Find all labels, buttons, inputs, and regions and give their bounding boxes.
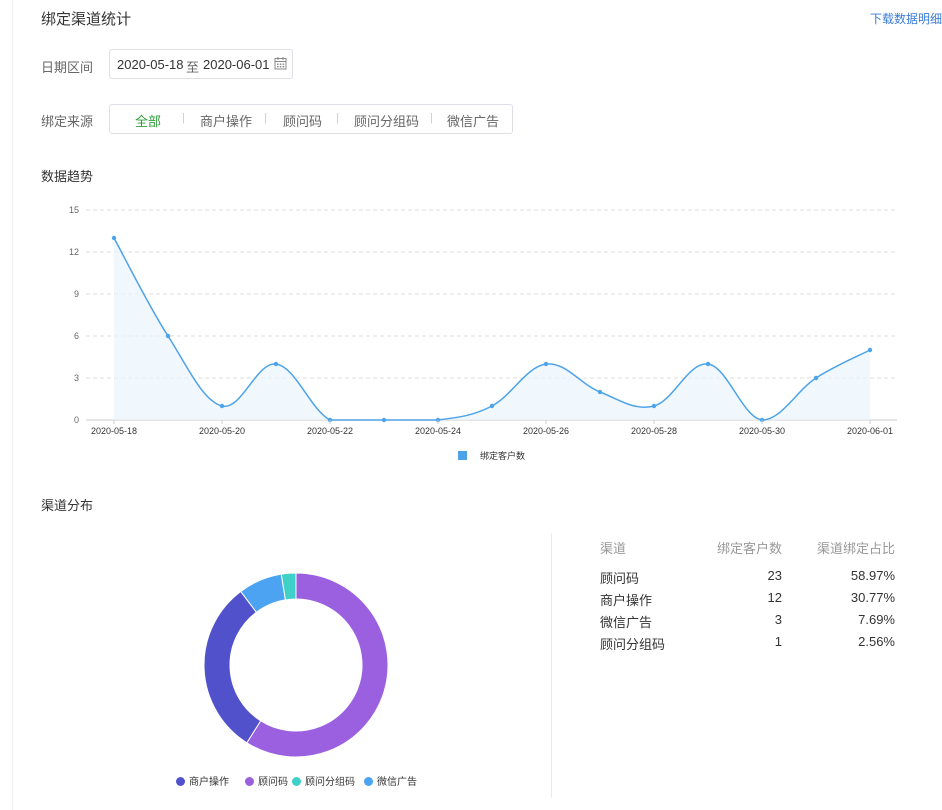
channel-table: 渠道 绑定客户数 渠道绑定占比 顾问码 23 58.97% 商户操作 12 30… bbox=[600, 538, 895, 656]
x-tick-label: 2020-05-30 bbox=[739, 426, 785, 436]
legend-dot bbox=[176, 777, 185, 786]
cell-ratio: 30.77% bbox=[850, 590, 895, 605]
data-point bbox=[381, 417, 387, 423]
header-channel: 渠道 bbox=[600, 541, 627, 556]
cell-channel: 商户操作 bbox=[600, 593, 653, 608]
date-range-picker[interactable]: 2020-05-18 至 2020-06-01 bbox=[109, 49, 293, 79]
data-point bbox=[813, 375, 819, 381]
data-point bbox=[489, 403, 495, 409]
y-tick-label: 0 bbox=[74, 415, 79, 425]
y-tick-label: 9 bbox=[74, 289, 79, 299]
tab-separator: | bbox=[430, 112, 433, 124]
donut-legend-item[interactable]: 微信广告 bbox=[364, 773, 417, 788]
donut-legend-item[interactable]: 顾问分组码 bbox=[292, 773, 355, 788]
trend-line-chart: 0 3 6 9 12 15 2020-05-18 2020-05-20 2020-05-22 20… bbox=[69, 205, 897, 461]
x-tick-label: 2020-05-22 bbox=[307, 426, 353, 436]
table-row: 顾问分组码 1 2.56% bbox=[600, 634, 895, 656]
source-label: 绑定来源 bbox=[41, 114, 94, 129]
x-tick-label: 2020-05-24 bbox=[415, 426, 461, 436]
calendar-icon[interactable] bbox=[274, 56, 287, 73]
table-header: 渠道 绑定客户数 渠道绑定占比 bbox=[600, 538, 895, 568]
start-date-input[interactable]: 2020-05-18 bbox=[117, 57, 183, 72]
tab-merchant-operation[interactable]: 商户操作 bbox=[200, 111, 252, 130]
data-point bbox=[165, 333, 171, 339]
tab-separator: | bbox=[336, 112, 339, 124]
legend-label: 顾问分组码 bbox=[305, 777, 355, 788]
data-point bbox=[273, 361, 279, 367]
series-line bbox=[113, 237, 871, 421]
cell-ratio: 58.97% bbox=[850, 568, 895, 583]
vertical-divider bbox=[551, 533, 552, 798]
table-row: 顾问码 23 58.97% bbox=[600, 568, 895, 590]
tab-advisor-group-code[interactable]: 顾问分组码 bbox=[354, 111, 419, 130]
distribution-section-title: 渠道分布 bbox=[41, 498, 94, 513]
legend-dot bbox=[245, 777, 254, 786]
series-area bbox=[114, 238, 870, 420]
legend-label: 微信广告 bbox=[377, 777, 417, 788]
cell-count: 3 bbox=[774, 612, 782, 627]
data-point bbox=[651, 403, 657, 409]
donut-legend-item[interactable]: 顾问码 bbox=[245, 773, 288, 788]
y-tick-label: 15 bbox=[69, 205, 79, 215]
end-date-input[interactable]: 2020-06-01 bbox=[203, 57, 269, 72]
legend-label: 顾问码 bbox=[258, 777, 288, 788]
table-row: 微信广告 3 7.69% bbox=[600, 612, 895, 634]
data-point bbox=[219, 403, 225, 409]
legend-swatch bbox=[458, 451, 467, 460]
cell-channel: 微信广告 bbox=[600, 615, 653, 630]
table-row: 商户操作 12 30.77% bbox=[600, 590, 895, 612]
distribution-donut-chart bbox=[203, 572, 389, 758]
tab-all[interactable]: 全部 bbox=[135, 111, 161, 130]
data-point bbox=[111, 235, 117, 241]
date-range-separator: 至 bbox=[186, 60, 200, 75]
x-tick-label: 2020-05-18 bbox=[91, 426, 137, 436]
cell-channel: 顾问分组码 bbox=[600, 637, 666, 652]
trend-section-title: 数据趋势 bbox=[41, 169, 94, 184]
tab-separator: | bbox=[182, 112, 185, 124]
data-point bbox=[597, 389, 603, 395]
source-tab-group: 全部 | 商户操作 | 顾问码 | 顾问分组码 | 微信广告 bbox=[109, 104, 513, 134]
tab-wechat-ads[interactable]: 微信广告 bbox=[447, 111, 499, 130]
tab-advisor-code[interactable]: 顾问码 bbox=[283, 111, 322, 130]
cell-channel: 顾问码 bbox=[600, 571, 640, 586]
donut-legend-item[interactable]: 商户操作 bbox=[176, 773, 229, 788]
y-tick-label: 12 bbox=[69, 247, 79, 257]
y-tick-label: 6 bbox=[74, 331, 79, 341]
data-point bbox=[867, 347, 873, 353]
cell-count: 1 bbox=[774, 634, 782, 649]
donut-slice bbox=[203, 590, 262, 744]
y-tick-label: 3 bbox=[74, 373, 79, 383]
cell-count: 23 bbox=[767, 568, 782, 583]
cell-ratio: 2.56% bbox=[858, 634, 895, 649]
x-tick-label: 2020-05-28 bbox=[631, 426, 677, 436]
x-tick-label: 2020-05-20 bbox=[199, 426, 245, 436]
cell-count: 12 bbox=[767, 590, 782, 605]
header-bound-count: 绑定客户数 bbox=[716, 541, 782, 556]
data-point bbox=[543, 361, 549, 367]
legend-label: 绑定客户数 bbox=[480, 450, 525, 461]
cell-ratio: 7.69% bbox=[858, 612, 895, 627]
legend-dot bbox=[364, 777, 373, 786]
data-point bbox=[705, 361, 711, 367]
x-tick-label: 2020-05-26 bbox=[523, 426, 569, 436]
download-detail-link[interactable]: 下载数据明细 bbox=[870, 10, 942, 27]
tab-separator: | bbox=[264, 112, 267, 124]
x-tick-label: 2020-06-01 bbox=[847, 426, 893, 436]
legend-dot bbox=[292, 777, 301, 786]
header-bound-ratio: 渠道绑定占比 bbox=[816, 541, 895, 556]
date-range-label: 日期区间 bbox=[41, 60, 94, 75]
legend-label: 商户操作 bbox=[189, 777, 229, 788]
page-title: 绑定渠道统计 bbox=[41, 11, 132, 28]
